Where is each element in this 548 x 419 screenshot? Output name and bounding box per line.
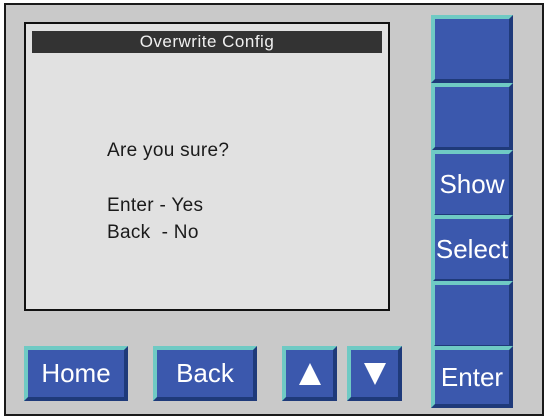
- softkey-5-button[interactable]: [431, 281, 513, 349]
- home-button[interactable]: Home: [24, 346, 128, 401]
- device-panel: Overwrite Config Are you sure? Enter - Y…: [4, 3, 544, 416]
- screen-title: Overwrite Config: [32, 31, 382, 53]
- enter-yes-hint: Enter - Yes: [107, 195, 204, 216]
- down-arrow-button[interactable]: [347, 346, 402, 401]
- back-button[interactable]: Back: [153, 346, 257, 401]
- enter-button[interactable]: Enter: [431, 346, 513, 408]
- arrow-down-icon: [363, 362, 386, 385]
- arrow-up-icon: [298, 362, 321, 385]
- up-arrow-button[interactable]: [282, 346, 337, 401]
- show-button[interactable]: Show: [431, 150, 513, 218]
- softkey-1-button[interactable]: [431, 15, 513, 83]
- softkey-2-button[interactable]: [431, 83, 513, 151]
- back-no-hint: Back - No: [107, 222, 199, 243]
- confirm-question: Are you sure?: [107, 140, 230, 161]
- display-screen: Overwrite Config Are you sure? Enter - Y…: [24, 22, 390, 311]
- select-button[interactable]: Select: [431, 215, 513, 283]
